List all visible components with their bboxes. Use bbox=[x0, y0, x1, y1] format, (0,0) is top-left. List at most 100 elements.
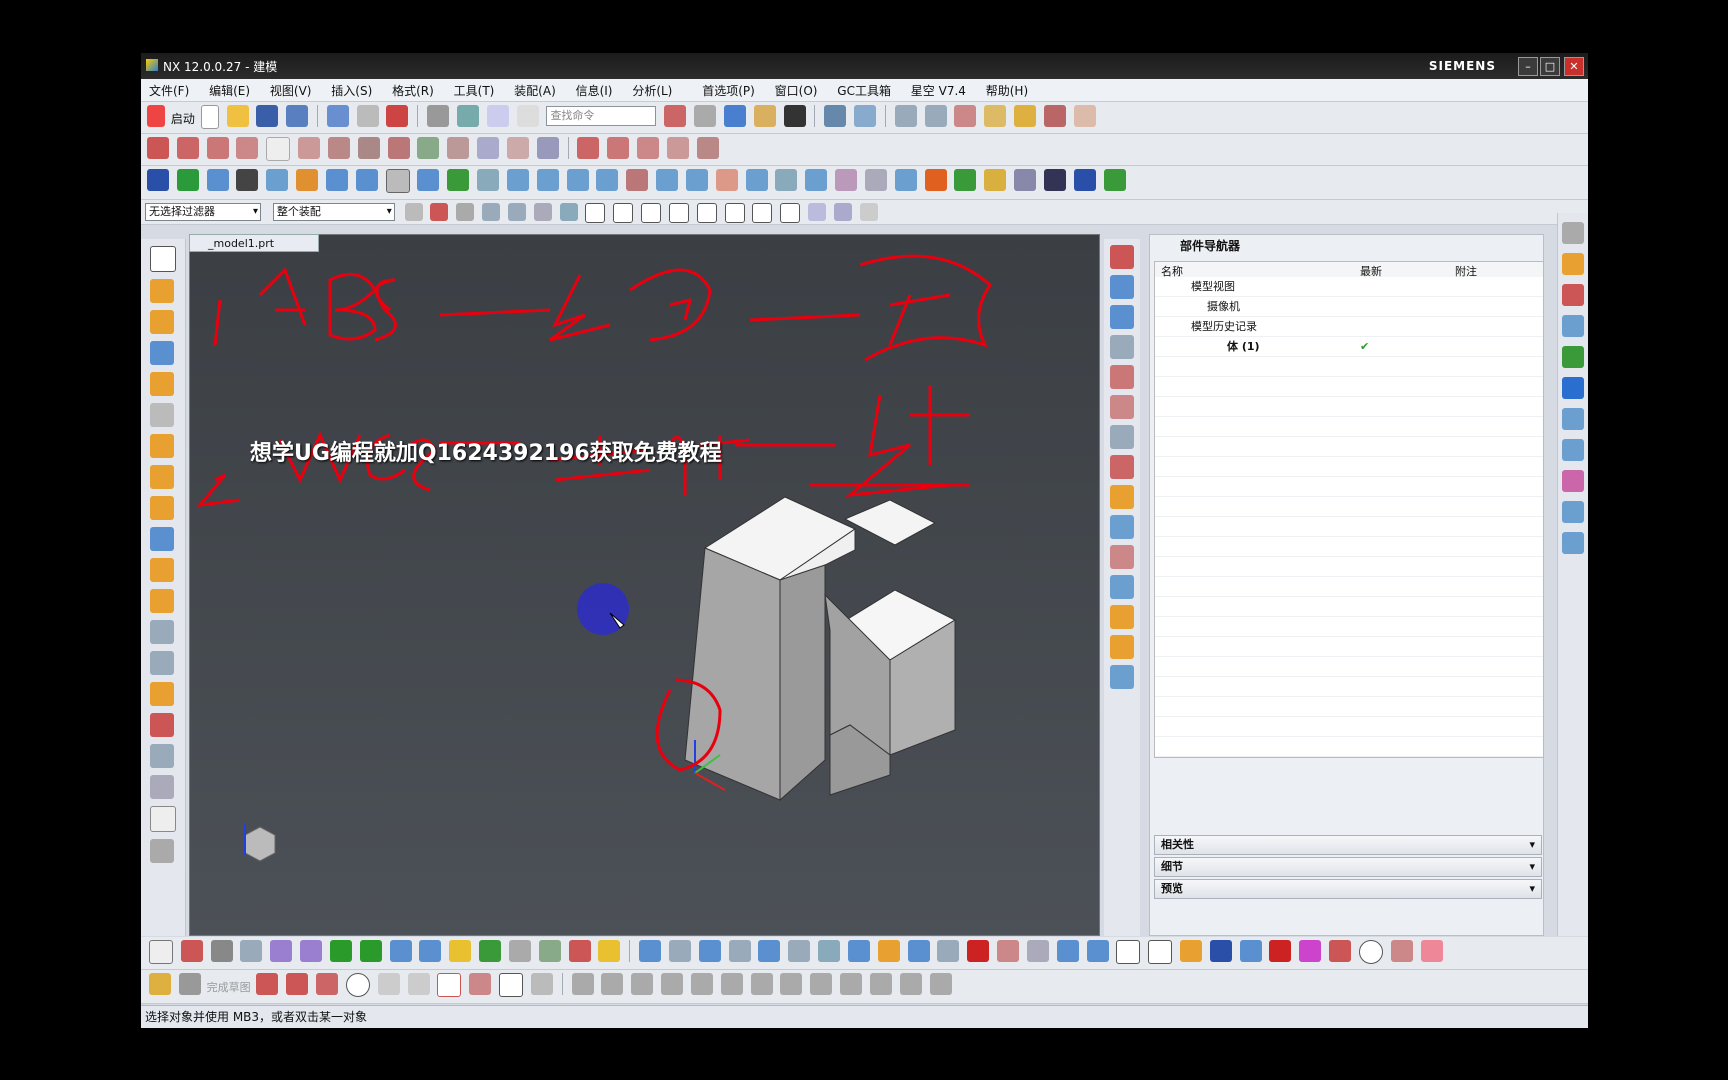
menu-preferences[interactable]: 首选项(P) bbox=[694, 79, 763, 99]
tool-icon[interactable] bbox=[1103, 169, 1126, 191]
tray-icon[interactable] bbox=[937, 940, 960, 962]
csys-icon[interactable] bbox=[386, 105, 409, 127]
screw-icon[interactable] bbox=[907, 940, 930, 962]
stack-icon[interactable] bbox=[847, 940, 870, 962]
section-icon[interactable] bbox=[1110, 425, 1134, 449]
menu-format[interactable]: 格式(R) bbox=[384, 79, 442, 99]
minimize-button[interactable]: – bbox=[1518, 57, 1538, 76]
measure-icon[interactable] bbox=[984, 105, 1007, 127]
redo-icon[interactable] bbox=[356, 105, 379, 127]
paint-icon[interactable] bbox=[568, 940, 591, 962]
join-curve-icon[interactable] bbox=[477, 137, 500, 159]
box-outline-icon[interactable] bbox=[1026, 940, 1049, 962]
folder-view-icon[interactable] bbox=[1110, 485, 1134, 509]
pan-icon[interactable] bbox=[1110, 335, 1134, 359]
snap-midpoint-icon[interactable] bbox=[613, 203, 634, 223]
u-shape-icon[interactable] bbox=[1209, 940, 1232, 962]
list-icon[interactable] bbox=[240, 940, 263, 962]
render-style-icon[interactable] bbox=[723, 105, 746, 127]
model-canvas[interactable] bbox=[190, 235, 1099, 935]
palette-icon[interactable] bbox=[1562, 470, 1584, 492]
yellow-block-icon[interactable] bbox=[449, 940, 472, 962]
sketch-convert-icon[interactable] bbox=[869, 973, 892, 995]
menu-help[interactable]: 帮助(H) bbox=[978, 79, 1036, 99]
cube-icon[interactable] bbox=[758, 940, 781, 962]
clock-icon[interactable] bbox=[1562, 439, 1584, 461]
sketch-finish-icon[interactable] bbox=[149, 973, 171, 995]
select-point-icon[interactable] bbox=[430, 203, 449, 221]
pattern-icon[interactable] bbox=[685, 169, 708, 191]
assembly-icon[interactable] bbox=[894, 105, 917, 127]
sketch-trim-icon[interactable] bbox=[571, 973, 594, 995]
sketch-split-icon[interactable] bbox=[661, 973, 684, 995]
sketch-rectangle-icon[interactable] bbox=[437, 973, 462, 997]
draft-icon[interactable] bbox=[566, 169, 589, 191]
sew-icon[interactable] bbox=[745, 169, 768, 191]
fit-icon[interactable] bbox=[1110, 245, 1134, 269]
edit-icon[interactable] bbox=[639, 940, 662, 962]
chamfer-curve-icon[interactable] bbox=[607, 137, 630, 159]
bridge-curve-icon[interactable] bbox=[447, 137, 470, 159]
transform-icon[interactable] bbox=[486, 105, 509, 127]
boss-icon[interactable] bbox=[296, 169, 319, 191]
spring-icon[interactable] bbox=[150, 403, 174, 427]
panel-dependencies[interactable]: 相关性 bbox=[1154, 835, 1542, 855]
move-face-icon[interactable] bbox=[835, 169, 858, 191]
menu-info[interactable]: 信息(I) bbox=[568, 79, 621, 99]
stamp-icon[interactable] bbox=[150, 434, 174, 458]
tab-model1[interactable]: _model1.prt bbox=[189, 234, 319, 252]
camera-icon[interactable] bbox=[1110, 515, 1134, 539]
layer-view-icon[interactable] bbox=[1110, 605, 1134, 629]
edit-body-icon[interactable] bbox=[150, 620, 174, 644]
sketch-extend-icon[interactable] bbox=[601, 973, 624, 995]
datum-icon[interactable] bbox=[954, 105, 977, 127]
coordinate-icon[interactable] bbox=[150, 806, 176, 832]
view-orient-icon[interactable] bbox=[694, 105, 717, 127]
sketch-chamfer-icon[interactable] bbox=[407, 973, 430, 995]
curve-length-icon[interactable] bbox=[666, 137, 689, 159]
measure-body-icon[interactable] bbox=[698, 940, 721, 962]
import-icon[interactable] bbox=[389, 940, 412, 962]
grid-menu-icon[interactable] bbox=[1043, 169, 1066, 191]
grid-snap-icon[interactable] bbox=[385, 169, 410, 193]
array-icon[interactable] bbox=[150, 465, 174, 489]
book-icon[interactable] bbox=[206, 169, 229, 191]
cylinder-view-icon[interactable] bbox=[1056, 940, 1079, 962]
sketch-reattach-icon[interactable] bbox=[929, 973, 952, 995]
subtract-icon[interactable] bbox=[355, 169, 378, 191]
grid-icon[interactable] bbox=[1043, 105, 1066, 127]
grid-view-icon[interactable] bbox=[1110, 455, 1134, 479]
brush-icon[interactable] bbox=[538, 940, 561, 962]
maximize-button[interactable]: □ bbox=[1540, 57, 1560, 76]
edit-object-icon[interactable] bbox=[456, 105, 479, 127]
snap-point-icon[interactable] bbox=[696, 137, 719, 159]
axes-icon[interactable] bbox=[1239, 940, 1262, 962]
command-search-input[interactable]: 查找命令 bbox=[546, 106, 657, 126]
stripe-icon[interactable] bbox=[877, 940, 900, 962]
chamfer-icon[interactable] bbox=[536, 169, 559, 191]
color-icon[interactable] bbox=[427, 105, 450, 127]
red-cube-icon[interactable] bbox=[967, 940, 990, 962]
icam-icon[interactable] bbox=[924, 169, 947, 191]
dots-icon[interactable] bbox=[150, 496, 174, 520]
line-icon[interactable] bbox=[147, 137, 169, 159]
menu-xingkong[interactable]: 星空 V7.4 bbox=[903, 79, 974, 99]
extract-curve-icon[interactable] bbox=[417, 137, 440, 159]
resource-settings-icon[interactable] bbox=[1562, 222, 1584, 244]
hole-icon[interactable] bbox=[266, 169, 289, 191]
replace-face-icon[interactable] bbox=[805, 169, 828, 191]
rotate-icon[interactable] bbox=[1110, 305, 1134, 329]
circle-icon[interactable] bbox=[1358, 940, 1383, 964]
copy-icon[interactable] bbox=[854, 105, 877, 127]
perspective-icon[interactable] bbox=[1110, 365, 1134, 389]
offset-face-icon[interactable] bbox=[596, 169, 619, 191]
cross-section-icon[interactable] bbox=[1086, 940, 1109, 962]
reuse-library-icon[interactable] bbox=[1562, 346, 1584, 368]
magenta-square-icon[interactable] bbox=[1299, 940, 1322, 962]
hook-arrow-icon[interactable] bbox=[1390, 940, 1413, 962]
sketch-fillet-icon[interactable] bbox=[377, 973, 400, 995]
xt-icon[interactable] bbox=[1420, 940, 1443, 962]
profile-icon[interactable] bbox=[256, 973, 279, 995]
open-book-icon[interactable] bbox=[150, 527, 174, 551]
trim-body-icon[interactable] bbox=[626, 169, 649, 191]
